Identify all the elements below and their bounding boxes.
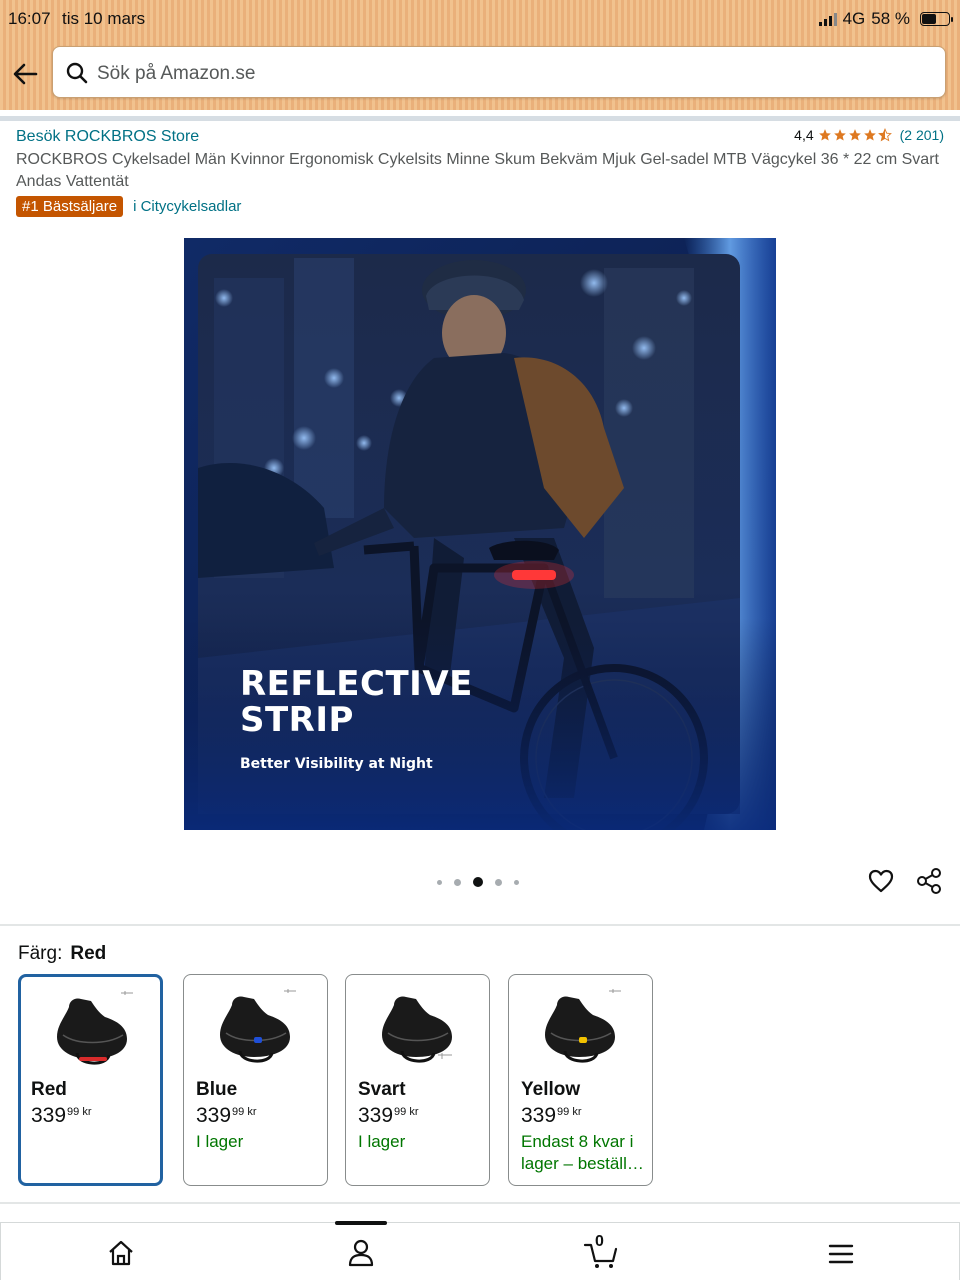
wishlist-button[interactable] [866,866,896,896]
saddle-red-image [57,991,133,1065]
status-indicators: 4G 58 % [818,9,953,29]
battery-icon [920,12,953,26]
nav-cart[interactable]: 0 [581,1233,621,1271]
color-label-text: Färg: [18,943,63,964]
rating-value: 4,4 [794,127,814,143]
menu-icon [828,1244,854,1264]
price-fraction: 99 [67,1106,80,1118]
price-currency: kr [247,1106,257,1118]
product-title: ROCKBROS Cykelsadel Män Kvinnor Ergonomi… [16,151,939,190]
status-date: tis 10 mars [62,9,146,28]
hero-heading: REFLECTIVE STRIP [240,666,473,738]
star-full-icon [833,129,846,141]
color-swatch-red[interactable]: Red 33999 kr [18,974,163,1186]
carousel-dot[interactable] [437,879,442,885]
arrow-left-icon [13,63,38,85]
price-fraction: 99 [394,1106,407,1118]
active-tab-indicator [335,1221,387,1225]
swatch-price: 33999 kr [358,1104,419,1128]
swatch-name: Yellow [521,1079,581,1100]
price-fraction-currency: 99 kr [557,1106,581,1118]
color-selected-value: Red [70,943,107,964]
swatch-stock: I lager [196,1132,244,1151]
price-whole: 339 [521,1104,557,1127]
price-fraction: 99 [557,1106,570,1118]
swatch-stock: I lager [358,1132,406,1151]
home-icon [109,1240,133,1266]
color-swatch-blue[interactable]: Blue 33999 kr I lager [183,974,328,1186]
signal-icon [818,12,837,26]
search-icon [66,62,88,84]
bestseller-row: #1 Bästsäljare i Citycykelsadlar [16,196,241,217]
carousel-dot[interactable] [495,878,502,886]
bestseller-category-link[interactable]: i Citycykelsadlar [133,198,241,215]
nav-menu[interactable] [821,1235,861,1271]
carousel-dots [437,877,519,887]
status-time: 16:07 [8,9,51,28]
night-cyclist-photo [184,238,776,830]
back-button[interactable] [10,58,42,90]
search-bar[interactable]: Sök på Amazon.se [52,46,946,98]
battery-level [922,14,936,24]
saddle-svart-image [382,996,452,1063]
star-full-icon [818,129,831,141]
color-swatch-yellow[interactable]: Yellow 33999 kr Endast 8 kvar i lager – … [508,974,653,1186]
store-link[interactable]: Besök ROCKBROS Store [16,128,199,146]
carousel-dot[interactable] [473,877,483,887]
share-icon [917,868,941,894]
cart-count: 0 [595,1233,604,1250]
section-divider [0,1202,960,1204]
price-fraction-currency: 99 kr [67,1106,91,1118]
price-fraction-currency: 99 kr [394,1106,418,1118]
star-full-icon [848,129,861,141]
account-icon [348,1239,374,1267]
heart-icon [868,869,894,893]
status-bar: 16:07 tis 10 mars 4G 58 % [0,0,960,38]
battery-percent: 58 % [871,9,910,28]
hero-heading-line1: REFLECTIVE [240,664,473,704]
product-hero-image[interactable]: REFLECTIVE STRIP Better Visibility at Ni… [184,238,776,830]
price-currency: kr [572,1106,582,1118]
price-whole: 339 [31,1104,67,1127]
rating-stars [818,128,892,142]
carousel-dot[interactable] [514,879,519,885]
share-button[interactable] [914,866,944,896]
search-placeholder: Sök på Amazon.se [97,63,256,84]
price-fraction-currency: 99 kr [232,1106,256,1118]
carousel-dot[interactable] [454,878,461,886]
swatch-price: 33999 kr [521,1104,582,1128]
header-divider [0,116,960,121]
price-fraction: 99 [232,1106,245,1118]
rating-summary[interactable]: 4,4 (2 201) [794,127,944,143]
price-whole: 339 [196,1104,232,1127]
star-full-icon [863,129,876,141]
price-currency: kr [82,1106,92,1118]
swatch-name: Red [31,1079,67,1100]
swatch-stock: Endast 8 kvar i lager – beställ… [521,1132,644,1173]
swatch-price: 33999 kr [31,1104,92,1128]
hero-heading-line2: STRIP [240,700,354,740]
price-whole: 339 [358,1104,394,1127]
color-label: Färg: Red [18,943,106,965]
nav-account[interactable] [341,1235,381,1271]
bottom-navigation: 0 [0,1221,960,1280]
app-header: 16:07 tis 10 mars 4G 58 % Sök på Amazon.… [0,0,960,110]
swatch-name: Blue [196,1079,238,1100]
saddle-yellow-image [545,989,621,1063]
rating-count[interactable]: (2 201) [900,127,944,143]
swatch-name: Svart [358,1079,406,1100]
color-swatch-svart[interactable]: Svart 33999 kr I lager [345,974,490,1186]
bestseller-badge[interactable]: #1 Bästsäljare [16,196,124,217]
star-half-icon [877,128,892,142]
hero-subheading: Better Visibility at Night [240,756,433,772]
saddle-blue-image [220,989,296,1063]
price-currency: kr [409,1106,419,1118]
nav-home[interactable] [101,1235,141,1271]
swatch-price: 33999 kr [196,1104,257,1128]
network-type: 4G [842,9,866,28]
section-divider [0,924,960,926]
